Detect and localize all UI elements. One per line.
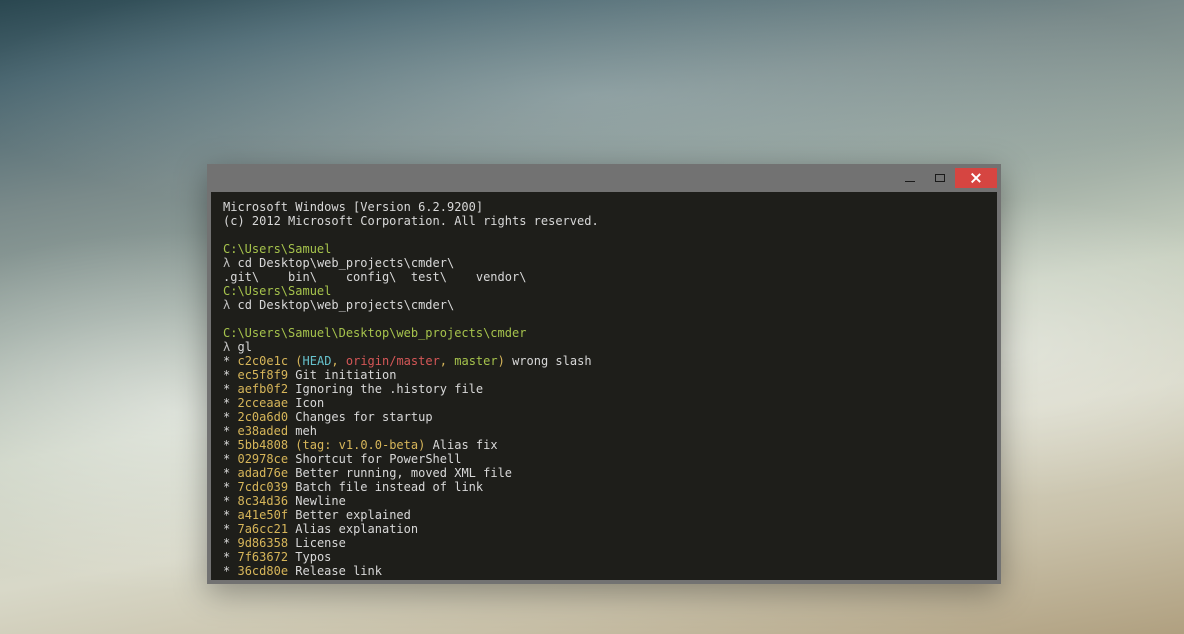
git-log-line: * 8c34d36 Newline (223, 494, 985, 508)
maximize-icon (935, 174, 945, 182)
commit-msg: Alias fix (425, 438, 497, 452)
git-log-line: * 5bb4808 (tag: v1.0.0-beta) Alias fix (223, 438, 985, 452)
prompt-lambda: λ (223, 298, 230, 312)
git-log-line: * 7cdc039 Batch file instead of link (223, 480, 985, 494)
minimize-button[interactable] (895, 168, 925, 188)
prompt-lambda: λ (223, 340, 230, 354)
git-log-line: * adad76e Better running, moved XML file (223, 466, 985, 480)
prompt-command: gl (237, 340, 251, 354)
minimize-icon (905, 181, 915, 182)
commit-msg: Newline (295, 494, 346, 508)
graph-star: * (223, 494, 230, 508)
graph-star: * (223, 382, 230, 396)
commit-hash: 8c34d36 (237, 494, 288, 508)
git-log-line: * aefb0f2 Ignoring the .history file (223, 382, 985, 396)
ref-origin: origin/master (346, 354, 440, 368)
tab-completion: .git\ bin\ config\ test\ vendor\ (223, 270, 985, 284)
git-log-line: * 7a6cc21 Alias explanation (223, 522, 985, 536)
prompt-line: λ gl (223, 340, 985, 354)
commit-msg: Release link (295, 564, 382, 578)
commit-msg: wrong slash (505, 354, 592, 368)
prompt-path: C:\Users\Samuel (223, 284, 985, 298)
blank-line (223, 228, 985, 242)
prompt-path: C:\Users\Samuel\Desktop\web_projects\cmd… (223, 326, 985, 340)
commit-hash: 7cdc039 (237, 480, 288, 494)
commit-hash: 7f63672 (237, 550, 288, 564)
graph-star: * (223, 354, 230, 368)
commit-hash: 5bb4808 (237, 438, 288, 452)
commit-msg: Shortcut for PowerShell (295, 452, 461, 466)
graph-star: * (223, 550, 230, 564)
commit-msg: Icon (295, 396, 324, 410)
commit-hash: adad76e (237, 466, 288, 480)
commit-msg: Better explained (295, 508, 411, 522)
terminal-window: Microsoft Windows [Version 6.2.9200](c) … (207, 164, 1001, 584)
graph-star: * (223, 466, 230, 480)
graph-star: * (223, 564, 230, 578)
ref-head: HEAD (303, 354, 332, 368)
graph-star: * (223, 522, 230, 536)
commit-msg: Git initiation (295, 368, 396, 382)
close-icon (970, 172, 982, 184)
prompt-command: cd Desktop\web_projects\cmder\ (237, 298, 454, 312)
prompt-path: C:\Users\Samuel (223, 242, 985, 256)
commit-hash: aefb0f2 (237, 382, 288, 396)
commit-msg: Changes for startup (295, 410, 432, 424)
header-line: (c) 2012 Microsoft Corporation. All righ… (223, 214, 985, 228)
commit-msg: Ignoring the .history file (295, 382, 483, 396)
terminal-body[interactable]: Microsoft Windows [Version 6.2.9200](c) … (211, 192, 997, 580)
window-titlebar[interactable] (211, 168, 997, 192)
refs-sep: , (331, 354, 345, 368)
graph-star: * (223, 438, 230, 452)
graph-star: * (223, 536, 230, 550)
refs-open: ( (295, 354, 302, 368)
refs-close: ) (498, 354, 505, 368)
header-line: Microsoft Windows [Version 6.2.9200] (223, 200, 985, 214)
graph-star: * (223, 480, 230, 494)
commit-msg: Typos (295, 550, 331, 564)
git-log-line: * c2c0e1c (HEAD, origin/master, master) … (223, 354, 985, 368)
commit-hash: 2c0a6d0 (237, 410, 288, 424)
prompt-lambda: λ (223, 256, 230, 270)
graph-star: * (223, 368, 230, 382)
graph-star: * (223, 396, 230, 410)
prompt-line: λ cd Desktop\web_projects\cmder\ (223, 256, 985, 270)
commit-msg: License (295, 536, 346, 550)
graph-star: * (223, 508, 230, 522)
prompt-line: λ cd Desktop\web_projects\cmder\ (223, 298, 985, 312)
commit-hash: a41e50f (237, 508, 288, 522)
commit-msg: Batch file instead of link (295, 480, 483, 494)
graph-star: * (223, 424, 230, 438)
commit-hash: e38aded (237, 424, 288, 438)
git-log-line: * 2cceaae Icon (223, 396, 985, 410)
maximize-button[interactable] (925, 168, 955, 188)
blank-line (223, 312, 985, 326)
commit-msg: Better running, moved XML file (295, 466, 512, 480)
git-log-line: * ec5f8f9 Git initiation (223, 368, 985, 382)
graph-star: * (223, 452, 230, 466)
ref-tag: tag: v1.0.0-beta (303, 438, 419, 452)
commit-hash: 7a6cc21 (237, 522, 288, 536)
git-log-line: * 9d86358 License (223, 536, 985, 550)
prompt-command: cd Desktop\web_projects\cmder\ (237, 256, 454, 270)
commit-msg: meh (295, 424, 317, 438)
git-log-line: * 2c0a6d0 Changes for startup (223, 410, 985, 424)
commit-msg: Alias explanation (295, 522, 418, 536)
graph-star: * (223, 410, 230, 424)
commit-hash: 2cceaae (237, 396, 288, 410)
refs-open: ( (295, 438, 302, 452)
commit-hash: c2c0e1c (237, 354, 288, 368)
ref-master: master (454, 354, 497, 368)
git-log-line: * a41e50f Better explained (223, 508, 985, 522)
commit-hash: 9d86358 (237, 536, 288, 550)
commit-hash: 02978ce (237, 452, 288, 466)
git-log-line: * 02978ce Shortcut for PowerShell (223, 452, 985, 466)
close-button[interactable] (955, 168, 997, 188)
git-log-line: * 36cd80e Release link (223, 564, 985, 578)
refs-sep: , (440, 354, 454, 368)
git-log-line: * e38aded meh (223, 424, 985, 438)
git-log-line: * 7f63672 Typos (223, 550, 985, 564)
commit-hash: 36cd80e (237, 564, 288, 578)
commit-hash: ec5f8f9 (237, 368, 288, 382)
